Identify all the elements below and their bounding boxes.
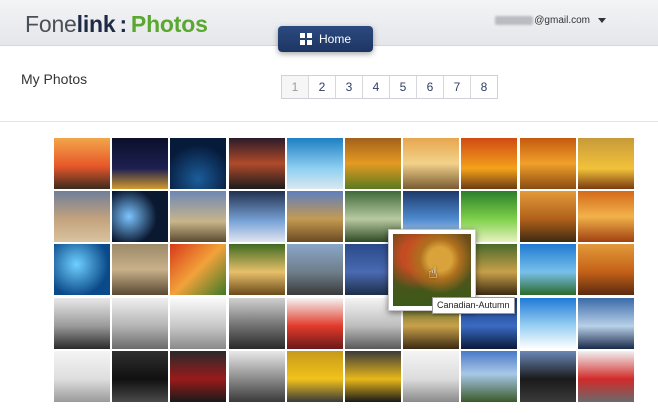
photo-thumbnail[interactable]: [112, 191, 169, 243]
photo-thumbnail[interactable]: [54, 138, 110, 189]
hand-cursor-icon: ☝: [428, 265, 438, 282]
grid-icon: [299, 33, 312, 45]
photo-thumbnail[interactable]: [519, 350, 576, 402]
photo-thumbnail[interactable]: [54, 297, 110, 349]
photo-thumbnail[interactable]: [577, 191, 634, 243]
fonelink-logo[interactable]: Fonelink: Photos: [25, 11, 208, 37]
photo-thumbnail[interactable]: [519, 191, 576, 243]
page-5-button[interactable]: 5: [390, 76, 417, 98]
photo-thumbnail[interactable]: [577, 138, 634, 189]
photo-thumbnail[interactable]: [228, 350, 285, 402]
photo-thumbnail[interactable]: [54, 191, 110, 243]
photo-thumbnail[interactable]: [403, 138, 460, 189]
chevron-down-icon[interactable]: [598, 18, 606, 23]
photo-thumbnail[interactable]: [170, 191, 227, 243]
photo-thumbnail[interactable]: [461, 350, 518, 402]
photo-thumbnail[interactable]: [170, 350, 227, 402]
page-3-button[interactable]: 3: [336, 76, 363, 98]
account-email: @gmail.com: [534, 15, 590, 26]
photo-thumbnail[interactable]: [286, 297, 343, 349]
photo-thumbnail[interactable]: [112, 244, 169, 296]
photo-thumbnail[interactable]: [112, 297, 169, 349]
photo-tooltip: Canadian-Autumn: [432, 297, 515, 314]
photo-thumbnail[interactable]: [112, 138, 169, 189]
page-title: My Photos: [21, 71, 88, 87]
photo-thumbnail[interactable]: [519, 297, 576, 349]
account-menu[interactable]: @gmail.com: [495, 15, 606, 26]
home-button[interactable]: Home: [278, 26, 373, 52]
photo-thumbnail[interactable]: [286, 350, 343, 402]
photo-thumbnail[interactable]: [577, 297, 634, 349]
photo-gallery: [54, 138, 636, 402]
home-button-label: Home: [318, 32, 351, 46]
photo-thumbnail[interactable]: [170, 297, 227, 349]
page-1-button[interactable]: 1: [282, 76, 309, 98]
photo-thumbnail[interactable]: [403, 350, 460, 402]
photo-thumbnail[interactable]: [577, 244, 634, 296]
pagination: 1 2 3 4 5 6 7 8: [281, 75, 498, 99]
page-6-button[interactable]: 6: [417, 76, 444, 98]
photo-thumbnail[interactable]: [54, 244, 110, 296]
photo-thumbnail[interactable]: [345, 138, 401, 189]
logo-photos-text: Photos: [130, 11, 208, 37]
redacted-username: [495, 16, 534, 25]
photo-thumbnail[interactable]: [228, 191, 285, 243]
logo-link-text: link: [76, 11, 116, 37]
logo-fone-text: Fone: [25, 11, 77, 37]
photo-thumbnail[interactable]: [170, 138, 227, 189]
page-4-button[interactable]: 4: [363, 76, 390, 98]
photo-thumbnail[interactable]: [54, 350, 110, 402]
photo-thumbnail[interactable]: [228, 297, 285, 349]
photo-thumbnail[interactable]: [112, 350, 169, 402]
photo-thumbnail[interactable]: [286, 138, 343, 189]
photo-thumbnail[interactable]: [577, 350, 634, 402]
photo-thumbnail[interactable]: [345, 350, 401, 402]
page-7-button[interactable]: 7: [444, 76, 471, 98]
page-8-button[interactable]: 8: [471, 76, 497, 98]
page-2-button[interactable]: 2: [309, 76, 336, 98]
photo-thumbnail[interactable]: [228, 138, 285, 189]
photo-thumbnail[interactable]: [286, 244, 343, 296]
photo-thumbnail[interactable]: [286, 191, 343, 243]
photo-thumbnail[interactable]: [519, 138, 576, 189]
photo-thumbnail[interactable]: [228, 244, 285, 296]
photo-thumbnail[interactable]: [170, 244, 227, 296]
photo-thumbnail[interactable]: [461, 138, 518, 189]
photo-thumbnail[interactable]: [519, 244, 576, 296]
logo-separator: :: [119, 11, 127, 37]
section-divider: [0, 121, 658, 122]
